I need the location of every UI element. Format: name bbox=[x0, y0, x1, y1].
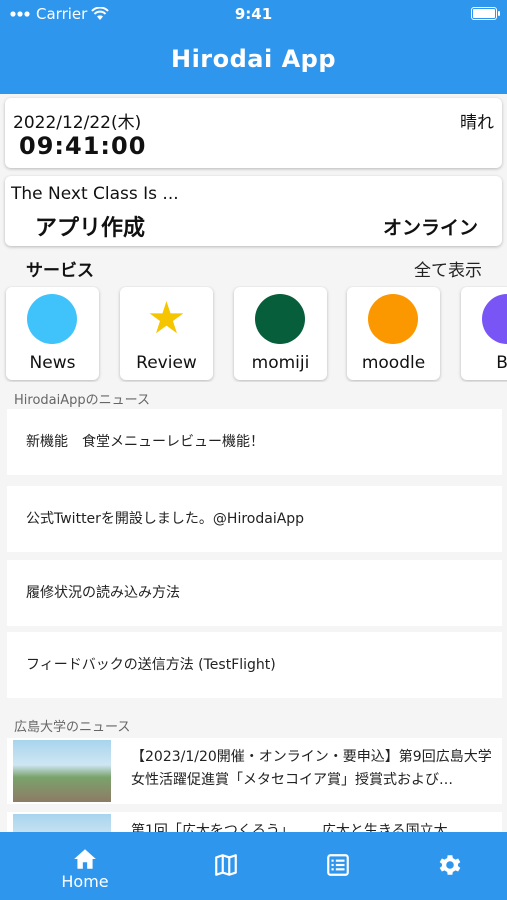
dark-green-circle-icon bbox=[255, 294, 305, 344]
news-title: 公式Twitterを開設しました。@HirodaiApp bbox=[26, 511, 305, 527]
date-time-card: 2022/12/22(木) 09:41:00 晴れ bbox=[5, 98, 502, 168]
app-news-item[interactable]: 新機能 食堂メニューレビュー機能！ bbox=[7, 409, 502, 475]
next-class-card[interactable]: The Next Class Is ... アプリ作成 オンライン bbox=[5, 176, 502, 246]
service-label: moodle bbox=[361, 353, 426, 373]
orange-circle-icon bbox=[368, 294, 418, 344]
news-thumbnail bbox=[13, 814, 111, 832]
purple-circle-icon bbox=[482, 294, 507, 344]
tab-label: Home bbox=[61, 872, 109, 891]
services-carousel[interactable]: News ★ Review momiji moodle Bb bbox=[0, 286, 507, 382]
service-label: News bbox=[29, 353, 76, 373]
service-label: Review bbox=[136, 353, 197, 373]
service-moodle[interactable]: moodle bbox=[347, 287, 440, 380]
weather-label: 晴れ bbox=[460, 113, 494, 133]
app-news-section-label: HirodaiAppのニュース bbox=[14, 393, 150, 408]
list-icon bbox=[327, 854, 349, 876]
tab-home[interactable]: Home bbox=[35, 832, 135, 900]
tab-list[interactable] bbox=[288, 832, 388, 900]
univ-news-item[interactable]: 第1回「広大をつくろう」……広大と生きる国立大 bbox=[7, 812, 502, 832]
service-review[interactable]: ★ Review bbox=[120, 287, 213, 380]
app-news-item[interactable]: 履修状況の読み込み方法 bbox=[7, 560, 502, 626]
service-momiji[interactable]: momiji bbox=[234, 287, 327, 380]
news-title: フィードバックの送信方法 (TestFlight) bbox=[26, 657, 276, 673]
next-class-label: The Next Class Is ... bbox=[11, 184, 179, 204]
battery-icon bbox=[471, 7, 500, 20]
app-title: Hirodai App bbox=[170, 45, 337, 73]
news-thumbnail bbox=[13, 740, 111, 802]
services-title: サービス bbox=[26, 261, 94, 281]
news-title: 新機能 食堂メニューレビュー機能！ bbox=[26, 434, 264, 450]
map-icon bbox=[215, 854, 237, 876]
show-all-button[interactable]: 全て表示 bbox=[414, 256, 482, 281]
current-time: 09:41:00 bbox=[19, 132, 147, 160]
home-icon bbox=[74, 849, 96, 869]
service-label: Bb bbox=[496, 353, 507, 373]
status-bar: Carrier 9:41 bbox=[0, 0, 507, 28]
app-news-item[interactable]: フィードバックの送信方法 (TestFlight) bbox=[7, 632, 502, 698]
app-bar: Hirodai App bbox=[0, 28, 507, 94]
class-name: アプリ作成 bbox=[35, 216, 146, 241]
univ-news-section-label: 広島大学のニュース bbox=[14, 720, 131, 735]
class-location: オンライン bbox=[382, 217, 478, 239]
tab-map[interactable] bbox=[176, 832, 276, 900]
service-news[interactable]: News bbox=[6, 287, 99, 380]
settings-gear-icon bbox=[439, 855, 461, 875]
tab-settings[interactable] bbox=[400, 832, 500, 900]
service-label: momiji bbox=[251, 353, 310, 373]
univ-news-item[interactable]: 【2023/1/20開催・オンライン・要申込】第9回広島大学女性活躍促進賞「メタ… bbox=[7, 738, 502, 804]
app-news-item[interactable]: 公式Twitterを開設しました。@HirodaiApp bbox=[7, 486, 502, 552]
current-date: 2022/12/22(木) bbox=[13, 113, 142, 133]
news-title: 【2023/1/20開催・オンライン・要申込】第9回広島大学女性活躍促進賞「メタ… bbox=[131, 749, 492, 788]
status-time: 9:41 bbox=[234, 5, 273, 23]
star-icon: ★ bbox=[146, 293, 187, 344]
service-bb[interactable]: Bb bbox=[461, 287, 507, 380]
blue-circle-icon bbox=[27, 294, 77, 344]
news-title: 第1回「広大をつくろう」……広大と生きる国立大 bbox=[131, 823, 448, 832]
news-title: 履修状況の読み込み方法 bbox=[26, 585, 180, 601]
bottom-tab-bar: Home bbox=[0, 832, 507, 900]
